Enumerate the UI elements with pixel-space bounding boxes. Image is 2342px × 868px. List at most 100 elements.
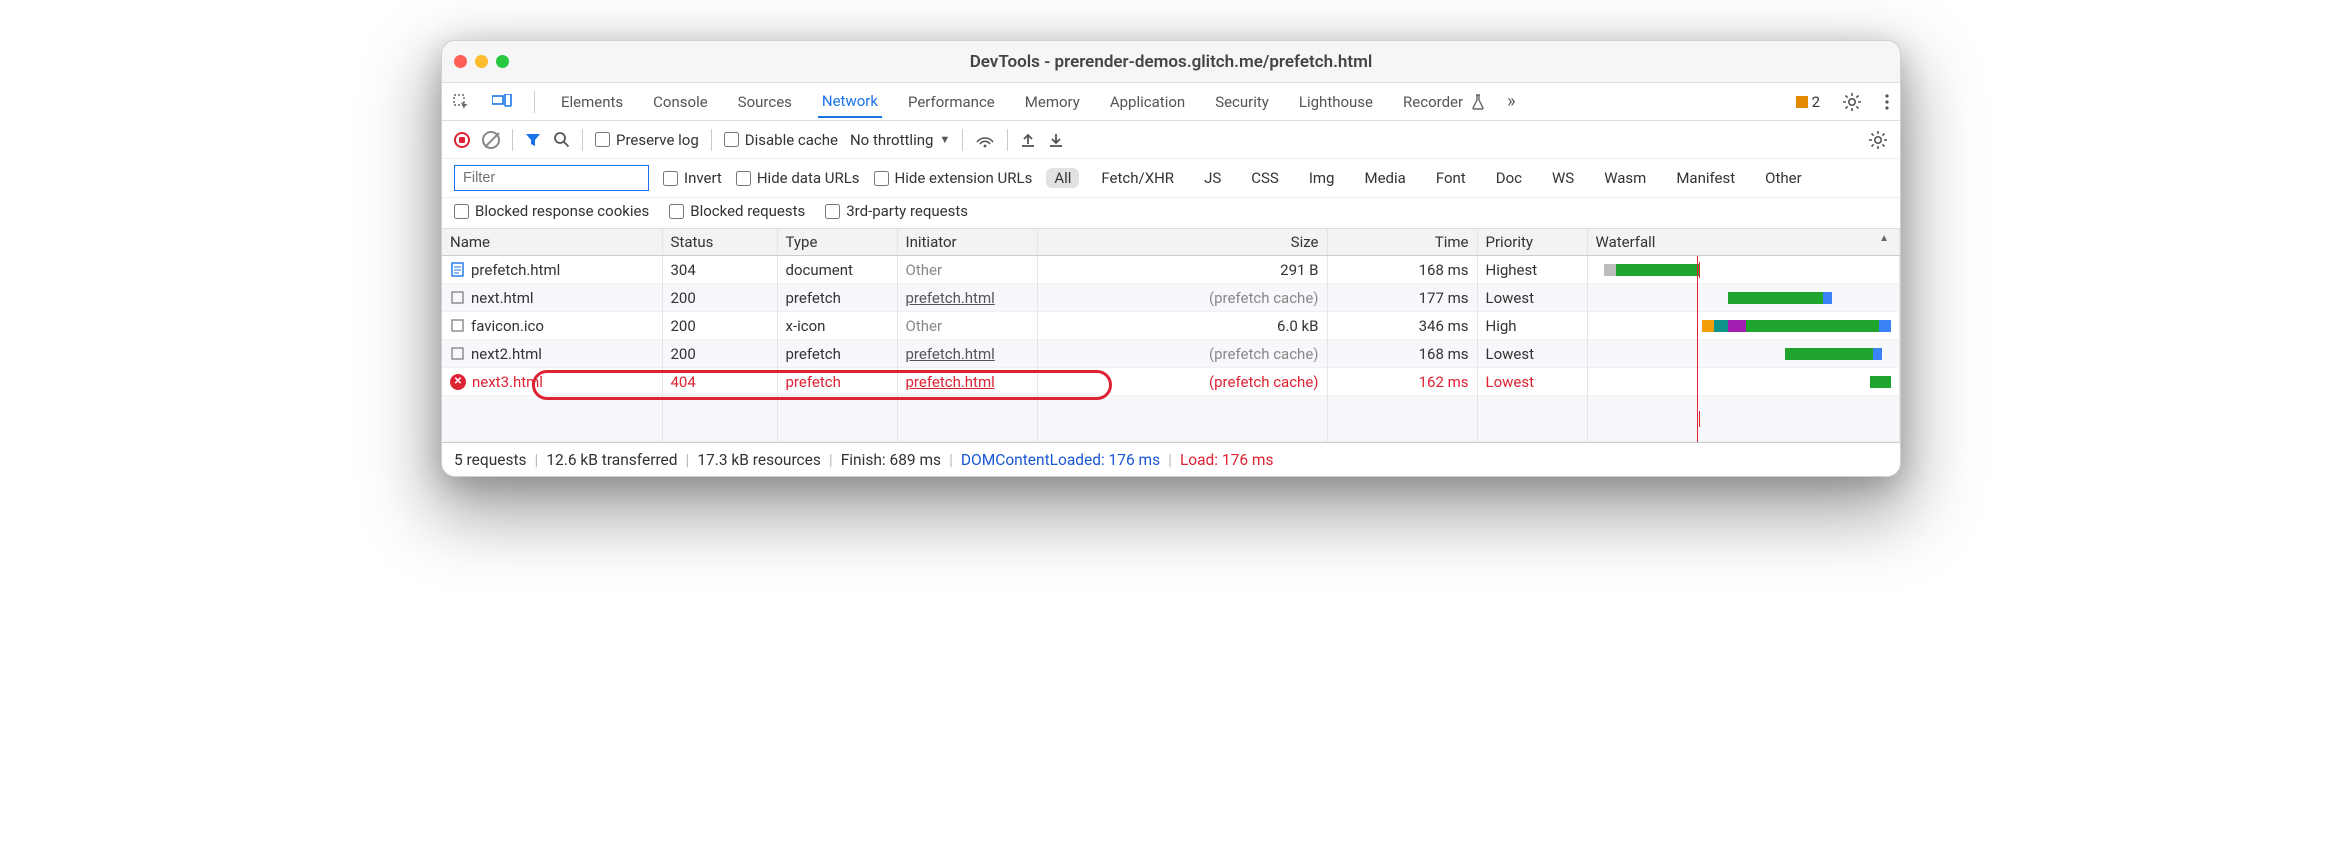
requests-table: Name Status Type Initiator Size Time Pri… <box>442 229 1900 442</box>
devtools-window: DevTools - prerender-demos.glitch.me/pre… <box>441 40 1901 477</box>
hide-data-urls-checkbox[interactable]: Hide data URLs <box>736 169 860 187</box>
type-filter-wasm[interactable]: Wasm <box>1596 168 1654 188</box>
time-cell: 168 ms <box>1327 340 1477 368</box>
size-cell: 6.0 kB <box>1037 312 1327 340</box>
table-row[interactable]: favicon.ico 200 x-icon Other 6.0 kB 346 … <box>442 312 1900 340</box>
divider <box>1007 129 1008 151</box>
record-button[interactable] <box>454 132 470 148</box>
filter-icon[interactable] <box>525 132 541 148</box>
preserve-log-label: Preserve log <box>616 131 699 149</box>
gear-icon[interactable] <box>1842 92 1862 112</box>
divider <box>962 129 963 151</box>
hide-extension-urls-checkbox[interactable]: Hide extension URLs <box>874 169 1033 187</box>
table-row <box>442 396 1900 442</box>
tab-application[interactable]: Application <box>1106 87 1189 117</box>
summary-requests: 5 requests <box>454 451 527 469</box>
col-waterfall[interactable]: Waterfall <box>1587 229 1900 256</box>
initiator-link[interactable]: prefetch.html <box>906 373 995 391</box>
col-time[interactable]: Time <box>1327 229 1477 256</box>
priority-cell: Lowest <box>1477 368 1587 396</box>
blocked-requests-label: Blocked requests <box>690 202 805 220</box>
table-row[interactable]: next2.html 200 prefetch prefetch.html (p… <box>442 340 1900 368</box>
load-line <box>1699 262 1700 278</box>
col-status[interactable]: Status <box>662 229 777 256</box>
tab-network[interactable]: Network <box>818 86 882 118</box>
kebab-icon[interactable] <box>1884 93 1890 111</box>
type-filter-ws[interactable]: WS <box>1544 168 1582 188</box>
summary-finish: Finish: 689 ms <box>841 451 941 469</box>
preserve-log-checkbox[interactable]: Preserve log <box>595 131 699 149</box>
time-cell: 162 ms <box>1327 368 1477 396</box>
download-har-icon[interactable] <box>1048 132 1064 148</box>
request-name: next3.html <box>472 373 543 391</box>
col-priority[interactable]: Priority <box>1477 229 1587 256</box>
blocked-cookies-checkbox[interactable]: Blocked response cookies <box>454 202 649 220</box>
header-row: Name Status Type Initiator Size Time Pri… <box>442 229 1900 256</box>
warnings-badge[interactable]: 2 <box>1796 93 1820 111</box>
tab-recorder[interactable]: Recorder <box>1399 87 1467 117</box>
size-cell: (prefetch cache) <box>1037 340 1327 368</box>
type-cell: prefetch <box>777 368 897 396</box>
divider <box>582 129 583 151</box>
type-filter-css[interactable]: CSS <box>1243 168 1287 188</box>
type-filter-all[interactable]: All <box>1046 168 1079 188</box>
search-icon[interactable] <box>553 131 570 148</box>
gear-icon[interactable] <box>1868 130 1888 150</box>
throttling-dropdown[interactable]: No throttling▼ <box>850 131 950 149</box>
panel-tabs: Elements Console Sources Network Performance… <box>442 83 1900 121</box>
tab-lighthouse[interactable]: Lighthouse <box>1295 87 1377 117</box>
load-event-line <box>1697 256 1698 442</box>
table-row[interactable]: next.html 200 prefetch prefetch.html (pr… <box>442 284 1900 312</box>
initiator-link[interactable]: prefetch.html <box>906 345 995 363</box>
col-size[interactable]: Size <box>1037 229 1327 256</box>
time-cell: 168 ms <box>1327 256 1477 284</box>
summary-dcl: DOMContentLoaded: 176 ms <box>961 451 1160 469</box>
status-bar: 5 requests| 12.6 kB transferred| 17.3 kB… <box>442 442 1900 476</box>
tab-security[interactable]: Security <box>1211 87 1273 117</box>
more-tabs-icon[interactable]: » <box>1507 91 1515 112</box>
initiator-text: Other <box>906 317 943 335</box>
size-cell: (prefetch cache) <box>1037 368 1327 396</box>
device-icon[interactable] <box>492 94 512 110</box>
col-type[interactable]: Type <box>777 229 897 256</box>
disable-cache-checkbox[interactable]: Disable cache <box>724 131 838 149</box>
type-filter-doc[interactable]: Doc <box>1488 168 1530 188</box>
size-cell: 291 B <box>1037 256 1327 284</box>
network-conditions-icon[interactable] <box>975 132 995 148</box>
tab-memory[interactable]: Memory <box>1021 87 1084 117</box>
type-filter-font[interactable]: Font <box>1428 168 1474 188</box>
status-cell: 404 <box>662 368 777 396</box>
divider <box>512 129 513 151</box>
tab-performance[interactable]: Performance <box>904 87 999 117</box>
type-filter-js[interactable]: JS <box>1196 168 1229 188</box>
tab-console[interactable]: Console <box>649 87 712 117</box>
upload-har-icon[interactable] <box>1020 132 1036 148</box>
filter-input[interactable] <box>454 165 649 191</box>
flask-icon <box>1471 94 1485 110</box>
file-icon <box>450 290 465 305</box>
type-filter-img[interactable]: Img <box>1301 168 1343 188</box>
blocked-requests-checkbox[interactable]: Blocked requests <box>669 202 805 220</box>
hide-ext-label: Hide extension URLs <box>895 169 1033 187</box>
tab-sources[interactable]: Sources <box>734 87 796 117</box>
type-filter-manifest[interactable]: Manifest <box>1668 168 1743 188</box>
time-cell: 346 ms <box>1327 312 1477 340</box>
third-party-checkbox[interactable]: 3rd-party requests <box>825 202 968 220</box>
table-row[interactable]: next3.html 404 prefetch prefetch.html (p… <box>442 368 1900 396</box>
status-cell: 200 <box>662 312 777 340</box>
col-initiator[interactable]: Initiator <box>897 229 1037 256</box>
tab-elements[interactable]: Elements <box>557 87 627 117</box>
priority-cell: Highest <box>1477 256 1587 284</box>
type-filter-other[interactable]: Other <box>1757 168 1810 188</box>
status-cell: 304 <box>662 256 777 284</box>
clear-button[interactable] <box>482 131 500 149</box>
inspect-icon[interactable] <box>452 93 470 111</box>
col-name[interactable]: Name <box>442 229 662 256</box>
type-cell: prefetch <box>777 340 897 368</box>
type-filter-fetch/xhr[interactable]: Fetch/XHR <box>1093 168 1182 188</box>
type-filter-media[interactable]: Media <box>1357 168 1414 188</box>
table-row[interactable]: prefetch.html 304 document Other 291 B 1… <box>442 256 1900 284</box>
invert-checkbox[interactable]: Invert <box>663 169 722 187</box>
initiator-link[interactable]: prefetch.html <box>906 289 995 307</box>
priority-cell: High <box>1477 312 1587 340</box>
